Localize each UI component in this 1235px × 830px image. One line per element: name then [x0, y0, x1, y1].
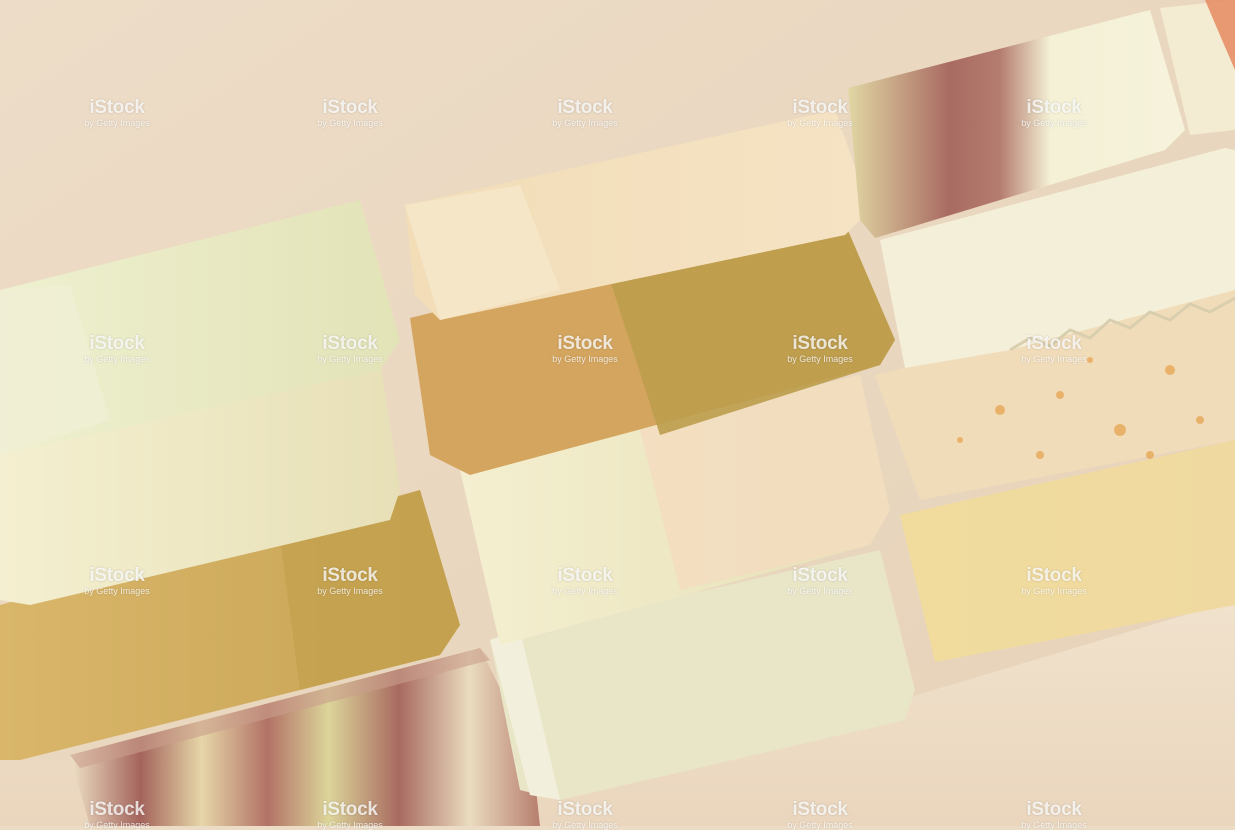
soap-photo	[0, 0, 1235, 826]
